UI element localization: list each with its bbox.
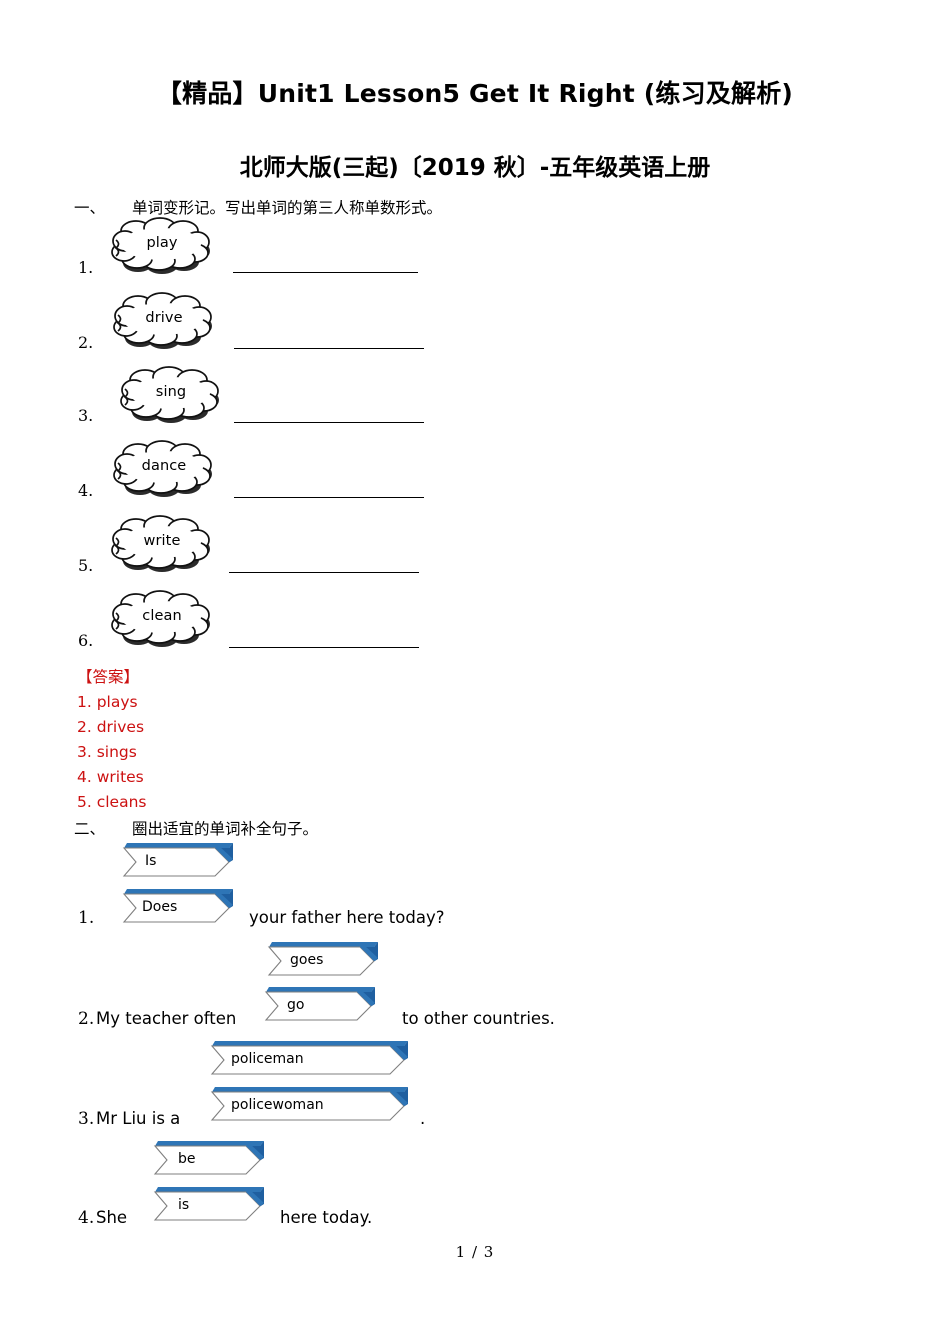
section-one-heading-text: 单词变形记。写出单词的第三人称单数形式。 [132,199,443,217]
question-number: 1. [78,258,94,277]
cloud-callout-play: play [110,217,214,275]
cloud-word: drive [145,310,183,326]
cloud-word: play [146,235,178,251]
option-label: goes [290,952,324,968]
option-chevron-is[interactable]: Is [117,842,233,880]
answer-block: 【答案】 1. plays 2. drives 3. sings 4. writ… [77,665,146,815]
question-number: 4. [78,481,94,500]
question-number: 4. [78,1208,95,1228]
question-sentence-after: . [420,1109,426,1128]
option-label: Is [145,853,157,869]
section-two-heading-text: 圈出适宜的单词补全句子。 [132,820,319,838]
question-sentence-after: to other countries. [402,1009,555,1028]
option-chevron-policewoman[interactable]: policewoman [205,1086,408,1124]
option-chevron-be[interactable]: be [148,1140,264,1178]
answer-block-label: 【答案】 [77,668,140,686]
cloud-word: sing [155,384,187,400]
question-number: 6. [78,631,94,650]
answer-blank-line[interactable] [229,647,419,648]
option-label: policeman [231,1051,304,1067]
question-sentence-before: She [96,1208,128,1227]
section-one-heading: 一、 单词变形记。写出单词的第三人称单数形式。 [74,196,442,218]
question-number: 2. [78,1009,95,1029]
option-label: Does [142,899,178,915]
section-one-marker: 一、 [74,199,106,217]
option-chevron-does[interactable]: Does [117,888,233,926]
option-chevron-policeman[interactable]: policeman [205,1040,408,1078]
answer-line: 5. cleans [77,793,147,811]
question-number: 1. [78,908,95,928]
cloud-callout-sing: sing [119,366,223,424]
answer-blank-line[interactable] [229,572,419,573]
option-label: go [287,997,305,1013]
answer-blank-line[interactable] [234,348,424,349]
option-chevron-is[interactable]: is [148,1186,264,1224]
document-page: 【精品】Unit1 Lesson5 Get It Right (练习及解析) 北… [0,0,950,1344]
option-chevron-go[interactable]: go [259,986,375,1024]
page-subtitle: 北师大版(三起)〔2019 秋〕-五年级英语上册 [239,155,711,181]
cloud-callout-write: write [110,515,214,573]
cloud-callout-drive: drive [112,292,216,350]
question-number: 3. [78,1109,95,1129]
option-label: be [178,1151,196,1167]
question-number: 2. [78,333,94,352]
answer-blank-line[interactable] [233,272,418,273]
question-number: 5. [78,556,94,575]
question-sentence-after: here today. [280,1208,373,1227]
answer-blank-line[interactable] [234,422,424,423]
page-title: 【精品】Unit1 Lesson5 Get It Right (练习及解析) [156,79,794,108]
option-label: is [178,1197,190,1213]
answer-line: 4. writes [77,768,144,786]
option-label: policewoman [231,1097,324,1113]
question-number: 3. [78,406,94,425]
option-chevron-goes[interactable]: goes [262,941,378,979]
question-sentence-after: your father here today? [249,908,445,927]
answer-blank-line[interactable] [234,497,424,498]
answer-line: 2. drives [77,718,145,736]
question-sentence-before: My teacher often [96,1009,237,1028]
answer-line: 3. sings [77,743,137,761]
cloud-word: clean [142,608,182,624]
cloud-word: dance [141,458,187,474]
answer-line: 1. plays [77,693,138,711]
cloud-callout-dance: dance [112,440,216,498]
question-sentence-before: Mr Liu is a [96,1109,181,1128]
cloud-word: write [143,533,181,549]
section-two-heading: 二、 圈出适宜的单词补全句子。 [74,817,318,839]
page-footer: 1 / 3 [455,1243,495,1261]
cloud-callout-clean: clean [110,590,214,648]
section-two-marker: 二、 [74,820,106,838]
